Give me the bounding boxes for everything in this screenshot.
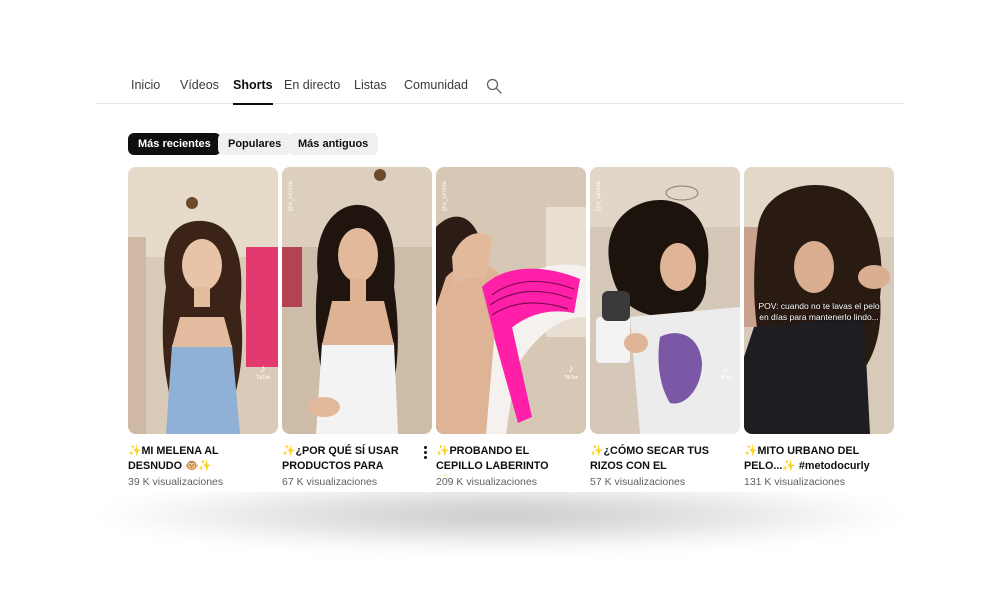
short-thumbnail[interactable]: ♪ TikTok — [128, 167, 278, 434]
tiktok-icon: ♪ — [722, 363, 728, 375]
more-options-icon[interactable] — [420, 444, 430, 462]
channel-shorts-panel: Inicio Vídeos Shorts En directo Listas C… — [96, 58, 904, 492]
search-icon[interactable] — [486, 78, 502, 94]
short-views: 209 K visualizaciones — [436, 476, 537, 488]
tab-comunidad[interactable]: Comunidad — [404, 78, 468, 92]
chip-populares[interactable]: Populares — [218, 133, 292, 155]
tab-en-directo[interactable]: En directo — [284, 78, 340, 92]
short-title[interactable]: ✨¿CÓMO SECAR TUS RIZOS CON EL DIFUSOR?..… — [590, 444, 726, 476]
short-title[interactable]: ✨¿POR QUÉ SÍ USAR PRODUCTOS PARA RIZOS?.… — [282, 444, 418, 476]
tab-listas[interactable]: Listas — [354, 78, 387, 92]
tiktok-icon: ♪ — [260, 363, 266, 375]
short-title[interactable]: ✨MI MELENA AL DESNUDO 🐵✨ #metodocurly — [128, 444, 264, 476]
tab-shorts[interactable]: Shorts — [233, 78, 273, 105]
short-item: ♪ TikTok ✨MI MELENA AL DESNUDO 🐵✨ #metod… — [128, 167, 278, 488]
tiktok-watermark: ♪ TikTok — [563, 363, 579, 382]
short-views: 57 K visualizaciones — [590, 476, 686, 488]
creator-handle: @a_lumina — [288, 181, 294, 212]
short-thumbnail[interactable]: POV: cuando no te lavas el pelo en días … — [744, 167, 894, 434]
tab-inicio[interactable]: Inicio — [131, 78, 160, 92]
chip-mas-antiguos[interactable]: Más antiguos — [288, 133, 379, 155]
thumbnail-image — [128, 167, 278, 434]
short-views: 39 K visualizaciones — [128, 476, 224, 488]
short-title[interactable]: ✨MITO URBANO DEL PELO...✨ #metodocurly — [744, 444, 880, 476]
thumbnail-image — [282, 167, 432, 434]
tiktok-icon: ♪ — [568, 363, 574, 375]
tiktok-watermark: ♪ TikTok — [255, 363, 271, 382]
short-item: POV: cuando no te lavas el pelo en días … — [744, 167, 894, 488]
chip-mas-recientes[interactable]: Más recientes — [128, 133, 221, 155]
short-item: @a_lumina ♪ TikTok ✨PROBANDO EL CEPILLO … — [436, 167, 586, 488]
channel-tabs: Inicio Vídeos Shorts En directo Listas C… — [96, 58, 904, 105]
short-thumbnail[interactable]: @a_lumina ♪ TikTok — [436, 167, 586, 434]
creator-handle: @a_lumina — [442, 181, 448, 212]
tab-videos[interactable]: Vídeos — [180, 78, 219, 92]
short-thumbnail[interactable]: @a_lumina — [282, 167, 432, 434]
thumbnail-image — [436, 167, 586, 434]
video-caption-overlay: POV: cuando no te lavas el pelo en días … — [758, 301, 880, 322]
short-title[interactable]: ✨PROBANDO EL CEPILLO LABERINTO ✨... — [436, 444, 572, 476]
tiktok-watermark: ♪ TikTok — [717, 363, 733, 382]
short-views: 131 K visualizaciones — [744, 476, 845, 488]
short-views: 67 K visualizaciones — [282, 476, 378, 488]
short-item: @a_lumina ♪ TikTok ✨¿CÓMO SECAR TUS RIZO… — [590, 167, 740, 488]
short-thumbnail[interactable]: @a_lumina ♪ TikTok — [590, 167, 740, 434]
short-item: @a_lumina ✨¿POR QUÉ SÍ USAR PRODUCTOS PA… — [282, 167, 432, 488]
creator-handle: @a_lumina — [596, 181, 602, 212]
thumbnail-image — [590, 167, 740, 434]
